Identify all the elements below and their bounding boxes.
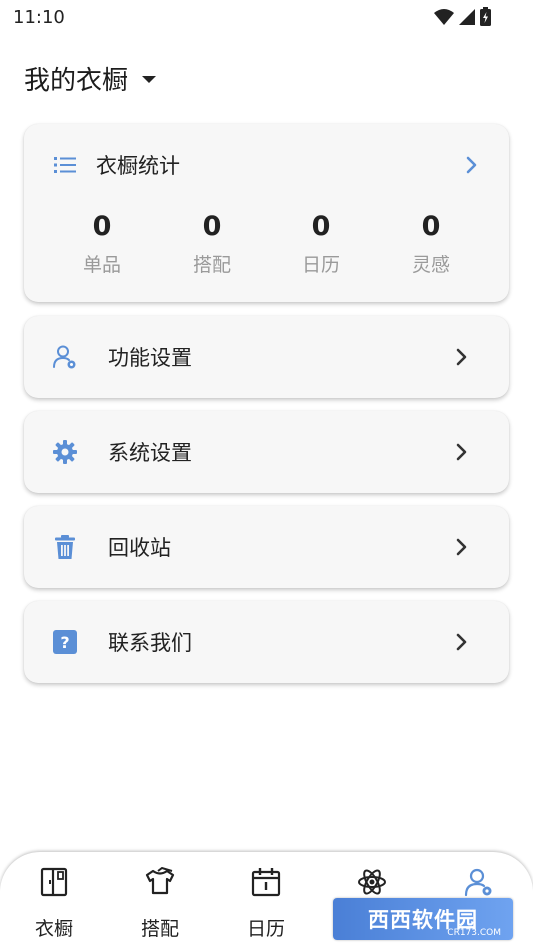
help-icon: ? <box>52 629 78 655</box>
status-bar: 11:10 <box>0 0 533 36</box>
stat-value: 0 <box>311 211 331 242</box>
svg-text:?: ? <box>60 633 69 652</box>
trash-icon <box>52 534 78 560</box>
stat-value: 0 <box>421 211 441 242</box>
chevron-right-icon <box>456 348 467 366</box>
page-title: 我的衣橱 <box>24 65 129 96</box>
nav-tab-wardrobe[interactable]: 衣橱 <box>14 866 94 941</box>
nav-tab-outfits[interactable]: 搭配 <box>120 866 200 941</box>
stat-value: 0 <box>202 211 222 242</box>
menu-label: 回收站 <box>108 536 171 560</box>
wardrobe-icon <box>14 866 94 898</box>
atom-icon <box>332 866 412 898</box>
chevron-right-icon <box>456 443 467 461</box>
stat-label: 日历 <box>301 254 340 276</box>
calendar-icon <box>226 866 306 898</box>
stat-label: 单品 <box>82 254 121 276</box>
stat-value: 0 <box>92 211 112 242</box>
nav-label: 衣橱 <box>34 918 73 940</box>
menu-item-contact-us[interactable]: ? 联系我们 <box>24 601 509 683</box>
watermark-logo: 西西软件园 CR173.COM <box>333 898 513 940</box>
menu-item-system-settings[interactable]: 系统设置 <box>24 411 509 493</box>
gear-icon <box>52 439 78 465</box>
stat-calendar[interactable]: 0 日历 <box>271 210 371 277</box>
wifi-icon <box>434 8 454 25</box>
status-time: 11:10 <box>13 7 65 28</box>
nav-tab-calendar[interactable]: 日历 <box>226 866 306 941</box>
stats-header: 衣橱统计 <box>54 150 479 180</box>
nav-label: 日历 <box>246 918 285 940</box>
chevron-right-icon <box>456 538 467 556</box>
stat-inspiration[interactable]: 0 灵感 <box>381 210 481 277</box>
stat-outfits[interactable]: 0 搭配 <box>162 210 262 277</box>
chevron-right-icon <box>456 633 467 651</box>
menu-label: 联系我们 <box>108 631 192 655</box>
wardrobe-stats-card[interactable]: 衣橱统计 0 单品 0 搭配 0 日历 0 灵感 <box>24 124 509 302</box>
wardrobe-selector[interactable]: 我的衣橱 <box>24 58 157 98</box>
stat-items[interactable]: 0 单品 <box>52 210 152 277</box>
watermark-sub: CR173.COM <box>447 928 501 938</box>
user-settings-icon <box>52 344 78 370</box>
menu-item-feature-settings[interactable]: 功能设置 <box>24 316 509 398</box>
stat-label: 搭配 <box>192 254 231 276</box>
chevron-right-icon[interactable] <box>465 155 479 175</box>
menu-label: 功能设置 <box>108 346 192 370</box>
menu-item-recycle-bin[interactable]: 回收站 <box>24 506 509 588</box>
nav-label: 搭配 <box>140 918 179 940</box>
status-icons <box>434 7 491 26</box>
user-icon <box>439 866 519 898</box>
stats-title: 衣橱统计 <box>96 154 180 178</box>
list-icon <box>54 157 76 173</box>
battery-icon <box>480 7 491 26</box>
menu-label: 系统设置 <box>108 441 192 465</box>
signal-icon <box>459 8 475 25</box>
caret-down-icon <box>142 75 157 83</box>
tshirt-icon <box>120 866 200 898</box>
stat-label: 灵感 <box>411 254 450 276</box>
